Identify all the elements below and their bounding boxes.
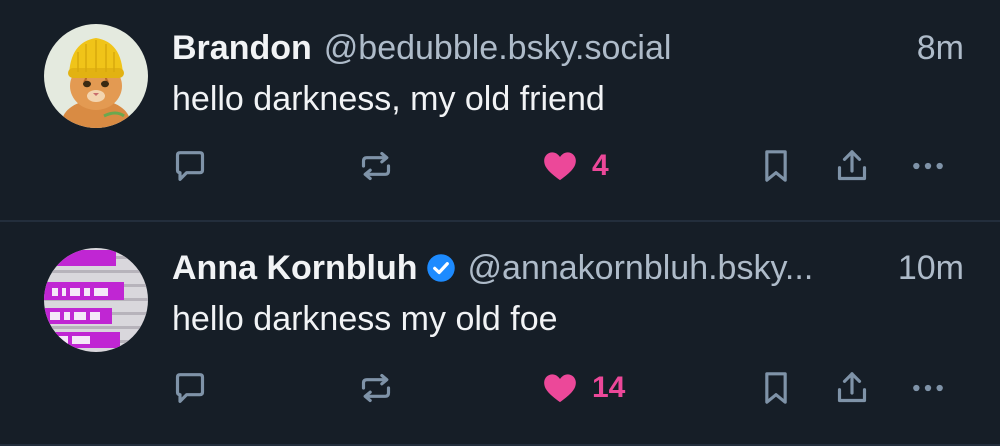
avatar[interactable] [44,24,148,128]
post-timestamp[interactable]: 8m [917,29,964,68]
feed-post[interactable]: Brandon @bedubble.bsky.social 8m hello d… [0,0,1000,222]
more-icon [913,384,943,392]
post-text: hello darkness, my old friend [172,80,605,118]
feed-post[interactable]: Anna Kornbluh @annakornbluh.bsky... 10m … [0,222,1000,446]
like-button[interactable]: 14 [540,366,625,410]
heart-icon [544,152,576,181]
share-icon [837,372,867,403]
post-feed: Brandon @bedubble.bsky.social 8m hello d… [0,0,1000,446]
bookmark-icon [765,150,787,182]
like-button[interactable]: 4 [540,144,609,188]
repost-icon [361,151,391,181]
like-count: 4 [592,149,609,182]
author-name[interactable]: Brandon [172,29,312,68]
reply-button[interactable] [170,366,210,410]
share-icon [837,150,867,181]
share-button[interactable] [832,144,872,188]
post-actions: 14 [0,366,1000,410]
post-meta: Brandon @bedubble.bsky.social 8m [172,26,964,70]
post-actions: 4 [0,144,1000,188]
reply-icon [175,373,205,403]
post-timestamp[interactable]: 10m [898,249,964,288]
post-meta: Anna Kornbluh @annakornbluh.bsky... 10m [172,246,964,290]
avatar[interactable] [44,248,148,352]
reply-button[interactable] [170,144,210,188]
author-handle[interactable]: @bedubble.bsky.social [324,29,672,68]
reply-icon [175,151,205,181]
more-icon [913,162,943,170]
verified-check-icon[interactable] [426,253,456,283]
bookmark-icon [765,372,787,404]
share-button[interactable] [832,366,872,410]
heart-icon [544,374,576,403]
book-cover-avatar-image [44,248,148,352]
more-options-button[interactable] [908,144,948,188]
repost-button[interactable] [356,144,396,188]
like-count: 14 [592,371,626,404]
author-handle[interactable]: @annakornbluh.bsky... [468,249,884,288]
bookmark-button[interactable] [756,366,796,410]
author-name[interactable]: Anna Kornbluh [172,249,418,288]
cat-avatar-image [44,24,148,128]
repost-icon [361,373,391,403]
repost-button[interactable] [356,366,396,410]
post-text: hello darkness my old foe [172,300,558,338]
bookmark-button[interactable] [756,144,796,188]
more-options-button[interactable] [908,366,948,410]
